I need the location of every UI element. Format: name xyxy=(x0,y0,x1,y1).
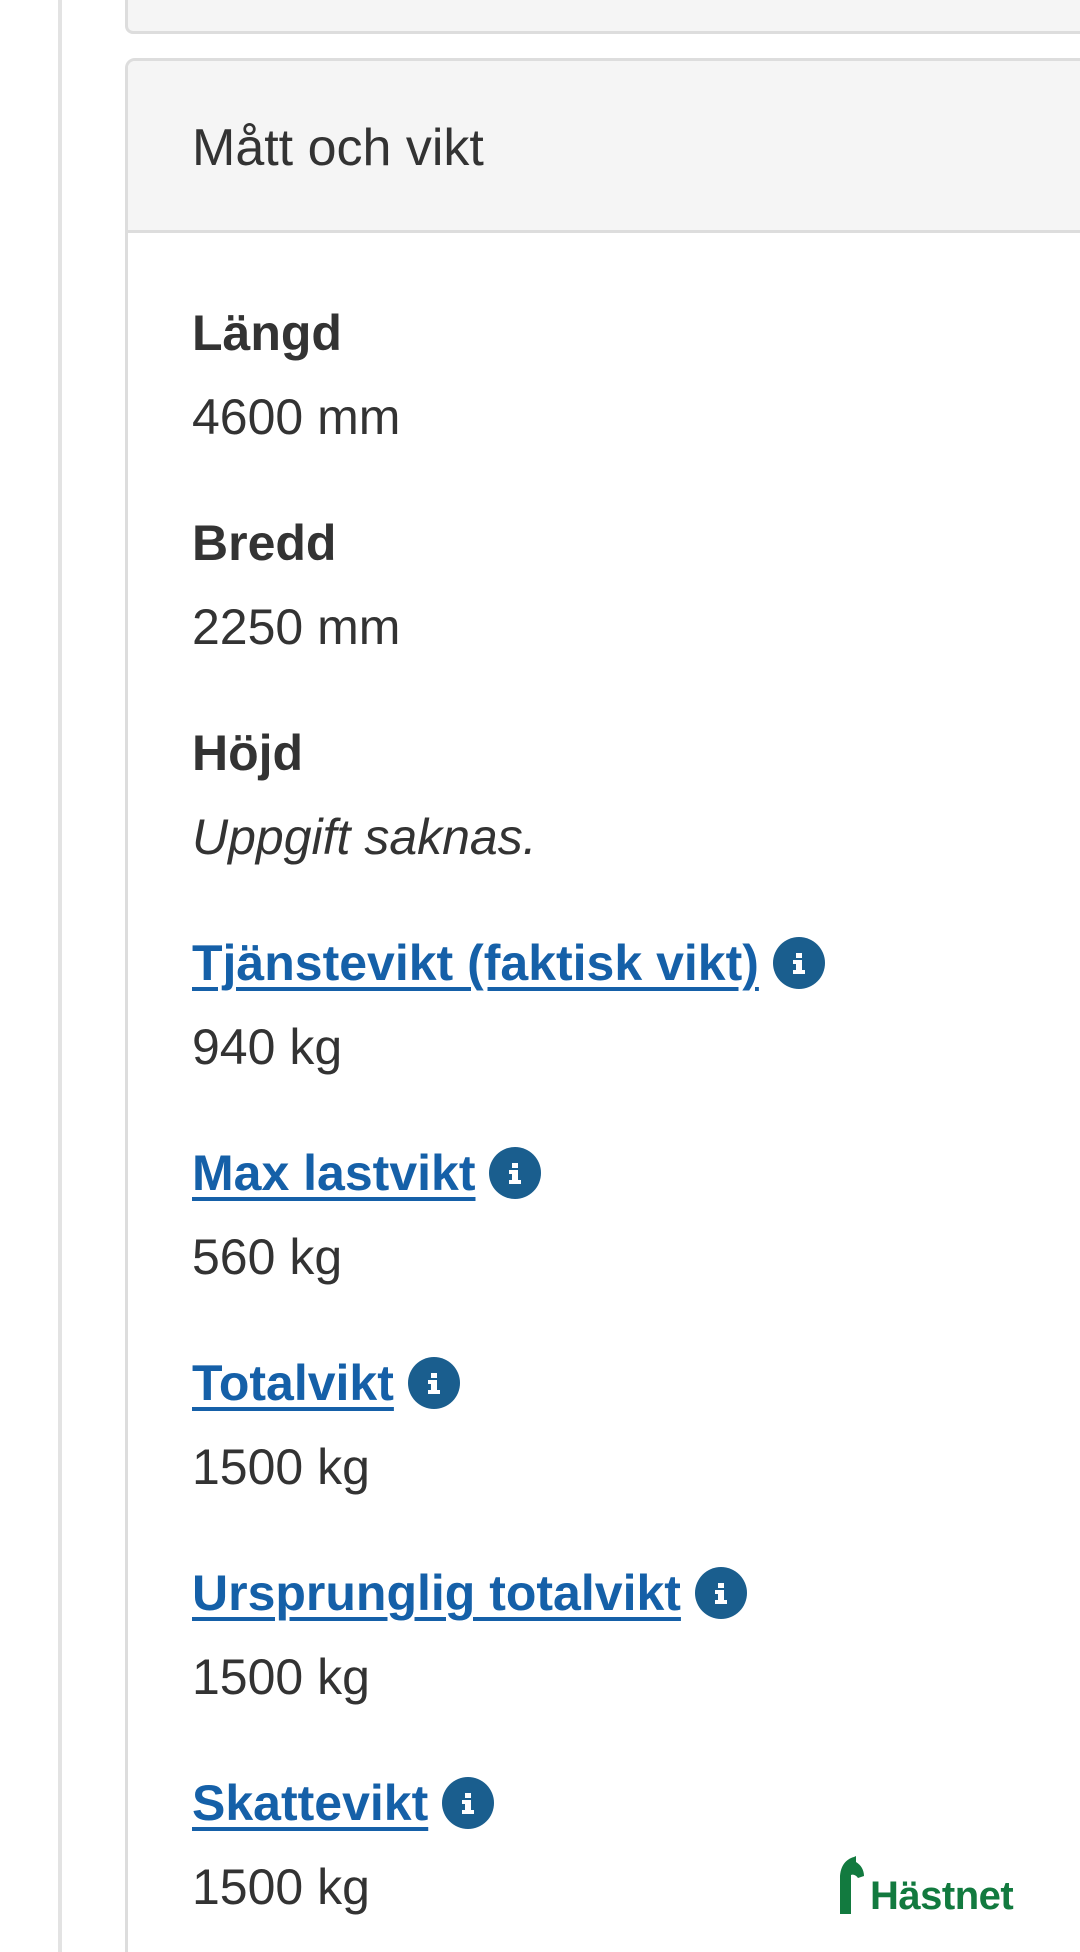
field-hojd: Höjd Uppgift saknas. xyxy=(192,721,1080,931)
previous-card xyxy=(125,0,1080,34)
field-max-lastvikt: Max lastvikt 560 kg xyxy=(192,1141,1080,1351)
field-label-text: Bredd xyxy=(192,515,337,571)
dimensions-weight-card: Mått och vikt Längd 4600 mm Bredd 2250 m… xyxy=(125,58,1080,1952)
info-circle-icon[interactable] xyxy=(407,1357,460,1409)
info-circle-icon[interactable] xyxy=(694,1567,747,1619)
skattevikt-link[interactable]: Skattevikt xyxy=(192,1771,428,1835)
field-label-text: Längd xyxy=(192,305,342,361)
field-value: 560 kg xyxy=(192,1229,343,1285)
field-value: 2250 mm xyxy=(192,599,401,655)
field-label: Höjd xyxy=(192,721,1080,785)
horse-head-icon xyxy=(840,1856,864,1914)
totalvikt-link[interactable]: Totalvikt xyxy=(192,1351,394,1415)
card-title: Mått och vikt xyxy=(192,118,484,177)
field-label: Ursprunglig totalvikt xyxy=(192,1561,1080,1625)
ursprunglig-totalvikt-link[interactable]: Ursprunglig totalvikt xyxy=(192,1561,681,1625)
tjanstevikt-link[interactable]: Tjänstevikt (faktisk vikt) xyxy=(192,931,759,995)
field-label: Tjänstevikt (faktisk vikt) xyxy=(192,931,1080,995)
field-bredd: Bredd 2250 mm xyxy=(192,511,1080,721)
field-ursprunglig-totalvikt: Ursprunglig totalvikt 1500 kg xyxy=(192,1561,1080,1771)
card-header[interactable]: Mått och vikt xyxy=(128,61,1080,233)
field-value-missing: Uppgift saknas. xyxy=(192,809,537,865)
info-circle-icon[interactable] xyxy=(442,1777,495,1829)
field-langd: Längd 4600 mm xyxy=(192,301,1080,511)
field-value: 4600 mm xyxy=(192,389,401,445)
field-label: Max lastvikt xyxy=(192,1141,1080,1205)
max-lastvikt-link[interactable]: Max lastvikt xyxy=(192,1141,475,1205)
hastnet-logo[interactable]: Hästnet xyxy=(836,1856,1014,1918)
field-value: 1500 kg xyxy=(192,1439,370,1495)
logo-text: Hästnet xyxy=(870,1874,1014,1918)
field-tjanstevikt: Tjänstevikt (faktisk vikt) 940 kg xyxy=(192,931,1080,1141)
info-circle-icon[interactable] xyxy=(489,1147,542,1199)
field-label: Längd xyxy=(192,301,1080,365)
field-value: 940 kg xyxy=(192,1019,343,1075)
field-label-text: Höjd xyxy=(192,725,304,781)
page: Mått och vikt Längd 4600 mm Bredd 2250 m… xyxy=(0,0,1080,1952)
field-label: Totalvikt xyxy=(192,1351,1080,1415)
left-rail xyxy=(58,0,62,1952)
field-totalvikt: Totalvikt 1500 kg xyxy=(192,1351,1080,1561)
field-value: 1500 kg xyxy=(192,1649,370,1705)
field-label: Bredd xyxy=(192,511,1080,575)
field-label: Skattevikt xyxy=(192,1771,1080,1835)
card-body: Längd 4600 mm Bredd 2250 mm Höjd Uppgift… xyxy=(128,233,1080,1952)
info-circle-icon[interactable] xyxy=(772,937,825,989)
